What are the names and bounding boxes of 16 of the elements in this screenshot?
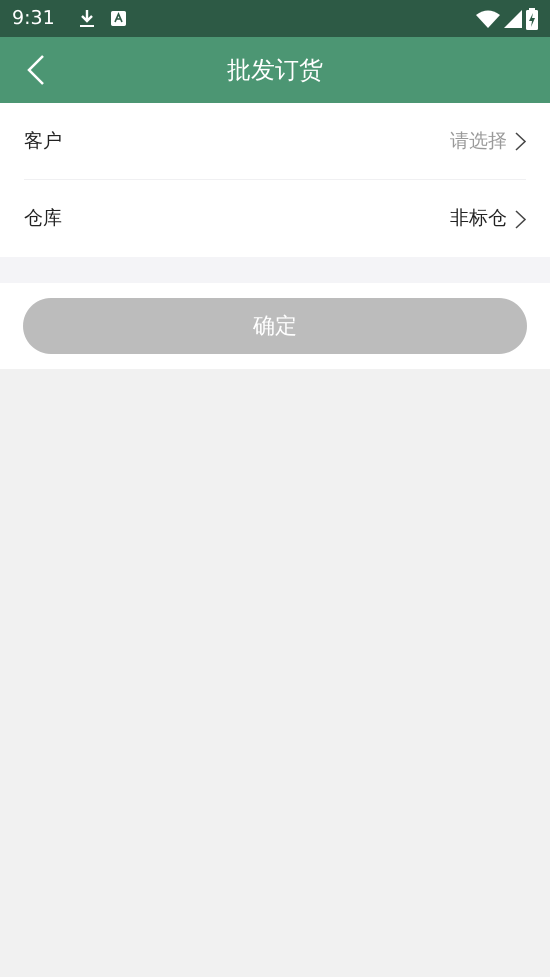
wifi-icon (476, 10, 500, 28)
page-title: 批发订货 (227, 55, 323, 86)
form-row[interactable]: 客户 请选择 (0, 103, 550, 180)
form-row[interactable]: 仓库 非标仓 (0, 180, 550, 257)
keyboard-icon (110, 11, 126, 26)
battery-icon (526, 8, 538, 30)
status-time: 9:31 (12, 6, 55, 32)
signal-icon (504, 10, 522, 28)
chevron-right-icon (515, 132, 526, 152)
field-label: 客户 (24, 128, 62, 154)
download-icon (78, 9, 95, 28)
field-placeholder: 请选择 (450, 128, 507, 154)
field-label: 仓库 (24, 206, 62, 232)
back-icon (27, 54, 45, 86)
chevron-right-icon (515, 210, 526, 229)
field-value: 非标仓 (450, 206, 507, 232)
